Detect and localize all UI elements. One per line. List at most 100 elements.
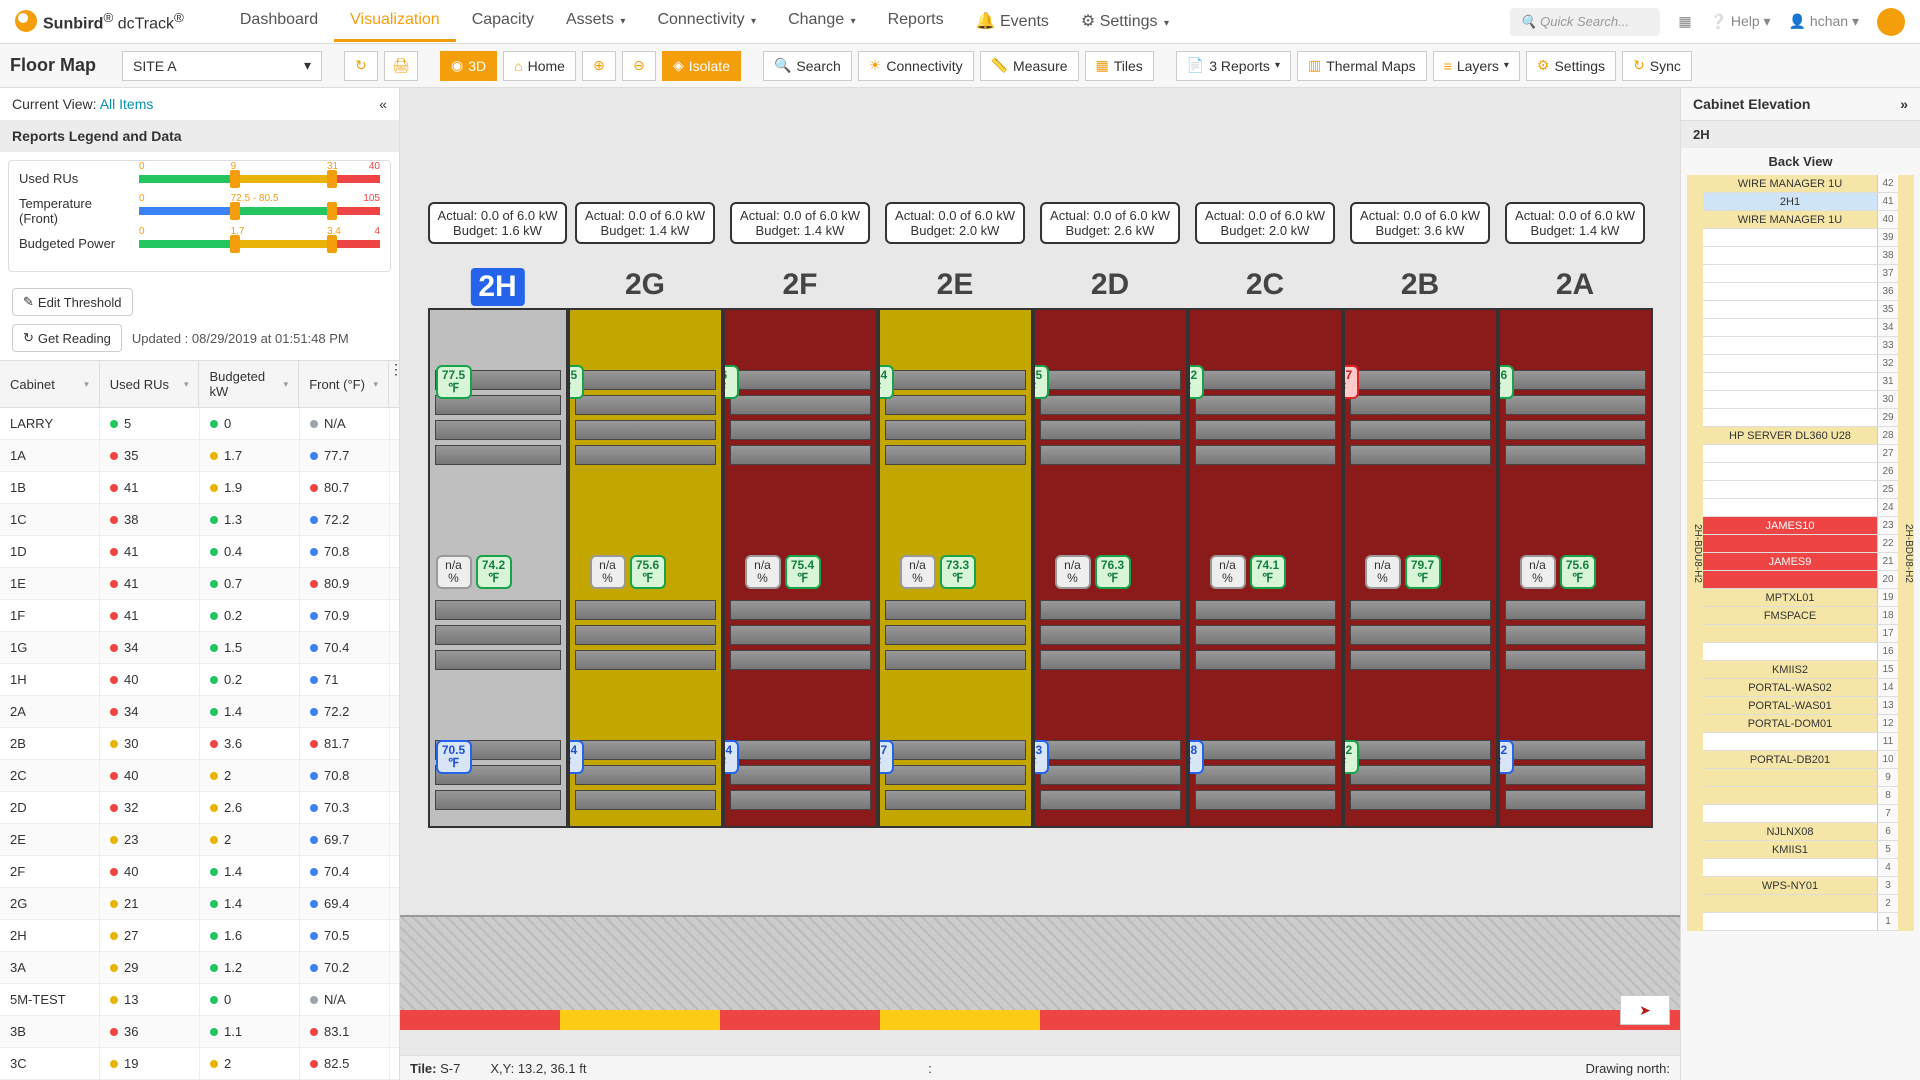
3d-view[interactable]: Actual: 0.0 of 6.0 kWBudget: 1.6 kW2H77.… — [400, 88, 1680, 1055]
nav-reports[interactable]: Reports — [872, 1, 960, 42]
elevation-slot[interactable]: 8 — [1703, 787, 1898, 805]
user-menu[interactable]: 👤 hchan ▾ — [1789, 13, 1859, 30]
table-row[interactable]: 1F410.270.9 — [0, 600, 399, 632]
table-row[interactable]: 1H400.271 — [0, 664, 399, 696]
elevation-slot[interactable]: KMIIS215 — [1703, 661, 1898, 679]
table-row[interactable]: 2E23269.7 — [0, 824, 399, 856]
column-options-icon[interactable]: ⋮ — [389, 361, 399, 407]
elevation-slot[interactable]: 4 — [1703, 859, 1898, 877]
avatar[interactable] — [1877, 8, 1905, 36]
toolbar-home[interactable]: ⌂Home — [503, 51, 576, 81]
toolbar-⊖[interactable]: ⊖ — [622, 51, 656, 81]
elevation-slot[interactable]: 35 — [1703, 301, 1898, 319]
elevation-slot[interactable]: PORTAL-DOM0112 — [1703, 715, 1898, 733]
nav-connectivity[interactable]: Connectivity ▾ — [641, 1, 772, 42]
elevation-slot[interactable]: JAMES1023 — [1703, 517, 1898, 535]
table-row[interactable]: 3C19282.5 — [0, 1048, 399, 1080]
nav-dashboard[interactable]: Dashboard — [224, 1, 334, 42]
slider-track[interactable]: 093140 — [139, 175, 380, 183]
collapse-left-icon[interactable]: « — [379, 96, 387, 112]
quick-search-input[interactable]: 🔍 Quick Search... — [1510, 8, 1660, 36]
table-row[interactable]: 1G341.570.4 — [0, 632, 399, 664]
toolbar-search[interactable]: 🔍Search — [763, 51, 852, 81]
toolbar-3-reports[interactable]: 📄3 Reports ▾ — [1176, 51, 1291, 81]
elevation-slot[interactable]: JAMES921 — [1703, 553, 1898, 571]
col-cabinet[interactable]: Cabinet▾ — [0, 361, 100, 407]
elevation-slot[interactable]: 16 — [1703, 643, 1898, 661]
elevation-slot[interactable]: WPS-NY013 — [1703, 877, 1898, 895]
elevation-slot[interactable]: 1 — [1703, 913, 1898, 931]
table-row[interactable]: 1A351.777.7 — [0, 440, 399, 472]
elevation-slot[interactable]: 29 — [1703, 409, 1898, 427]
elevation-slot[interactable]: 39 — [1703, 229, 1898, 247]
table-row[interactable]: 2C40270.8 — [0, 760, 399, 792]
elevation-slot[interactable]: MPTXL0119 — [1703, 589, 1898, 607]
rack-2D[interactable]: Actual: 0.0 of 6.0 kWBudget: 2.6 kW2D78.… — [1033, 308, 1188, 918]
table-row[interactable]: 1C381.372.2 — [0, 504, 399, 536]
elevation-slot[interactable]: 7 — [1703, 805, 1898, 823]
elevation-slot[interactable]: 27 — [1703, 445, 1898, 463]
nav-events[interactable]: 🔔 Events — [960, 1, 1065, 42]
elevation-slot[interactable]: 17 — [1703, 625, 1898, 643]
nav-capacity[interactable]: Capacity — [456, 1, 550, 42]
toolbar-⊕[interactable]: ⊕ — [582, 51, 616, 81]
table-row[interactable]: 3B361.183.1 — [0, 1016, 399, 1048]
elevation-slot[interactable]: NJLNX086 — [1703, 823, 1898, 841]
rack-2E[interactable]: Actual: 0.0 of 6.0 kWBudget: 2.0 kW2E75.… — [878, 308, 1033, 918]
toolbar-layers[interactable]: ≡Layers ▾ — [1433, 51, 1520, 81]
elevation-slot[interactable]: 33 — [1703, 337, 1898, 355]
elevation-slot[interactable]: PORTAL-WAS0214 — [1703, 679, 1898, 697]
edit-threshold-button[interactable]: ✎ Edit Threshold — [12, 288, 133, 316]
nav-settings[interactable]: ⚙ Settings ▾ — [1065, 1, 1185, 42]
slider-track[interactable]: 01.73.44 — [139, 240, 380, 248]
table-row[interactable]: 2H271.670.5 — [0, 920, 399, 952]
elevation-slot[interactable]: WIRE MANAGER 1U42 — [1703, 175, 1898, 193]
toolbar-3d[interactable]: ◉3D — [440, 51, 497, 81]
collapse-right-icon[interactable]: » — [1900, 96, 1908, 112]
elevation-slot[interactable]: 38 — [1703, 247, 1898, 265]
elevation-slot[interactable]: KMIIS15 — [1703, 841, 1898, 859]
table-row[interactable]: 3A291.270.2 — [0, 952, 399, 984]
get-reading-button[interactable]: ↻ Get Reading — [12, 324, 122, 352]
table-row[interactable]: 2D322.670.3 — [0, 792, 399, 824]
elevation-slot[interactable]: 31 — [1703, 373, 1898, 391]
help-menu[interactable]: ❔ Help ▾ — [1710, 13, 1771, 30]
rack-2A[interactable]: Actual: 0.0 of 6.0 kWBudget: 1.4 kW2A76.… — [1498, 308, 1653, 918]
site-select[interactable]: SITE A▾ — [122, 51, 322, 81]
elevation-slot[interactable]: 25 — [1703, 481, 1898, 499]
slider-track[interactable]: 072.5 - 80.5105 — [139, 207, 380, 215]
nav-change[interactable]: Change ▾ — [772, 1, 872, 42]
elevation-slot[interactable]: 37 — [1703, 265, 1898, 283]
rack-2G[interactable]: Actual: 0.0 of 6.0 kWBudget: 1.4 kW2G77.… — [568, 308, 723, 918]
elevation-slot[interactable]: PORTAL-DB20110 — [1703, 751, 1898, 769]
table-row[interactable]: 5M-TEST130N/A — [0, 984, 399, 1016]
elevation-slot[interactable]: 9 — [1703, 769, 1898, 787]
table-row[interactable]: 1D410.470.8 — [0, 536, 399, 568]
elevation-slot[interactable]: WIRE MANAGER 1U40 — [1703, 211, 1898, 229]
elevation-slot[interactable]: 34 — [1703, 319, 1898, 337]
toolbar-connectivity[interactable]: ☀Connectivity — [858, 51, 974, 81]
table-row[interactable]: 1B411.980.7 — [0, 472, 399, 504]
elevation-slot[interactable]: 32 — [1703, 355, 1898, 373]
elevation-slot[interactable]: 2 — [1703, 895, 1898, 913]
elevation-slot[interactable]: 36 — [1703, 283, 1898, 301]
toolbar-settings[interactable]: ⚙Settings — [1526, 51, 1616, 81]
col-budgeted-kw[interactable]: Budgeted kW▾ — [199, 361, 299, 407]
toolbar-measure[interactable]: 📏Measure — [980, 51, 1079, 81]
elevation-slot[interactable]: HP SERVER DL360 U2828 — [1703, 427, 1898, 445]
elevation-slot[interactable]: 20 — [1703, 571, 1898, 589]
current-view-link[interactable]: All Items — [100, 96, 154, 112]
toolbar-🖨[interactable]: 🖨 — [384, 51, 418, 81]
rack-2C[interactable]: Actual: 0.0 of 6.0 kWBudget: 2.0 kW2C76.… — [1188, 308, 1343, 918]
rack-2H[interactable]: Actual: 0.0 of 6.0 kWBudget: 1.6 kW2H77.… — [428, 308, 568, 918]
elevation-slot[interactable]: 11 — [1703, 733, 1898, 751]
rack-2B[interactable]: Actual: 0.0 of 6.0 kWBudget: 3.6 kW2B81.… — [1343, 308, 1498, 918]
rack-2F[interactable]: Actual: 0.0 of 6.0 kWBudget: 1.4 kW2F76℉… — [723, 308, 878, 918]
elevation-slot[interactable]: 2H141 — [1703, 193, 1898, 211]
elevation-slot[interactable]: 24 — [1703, 499, 1898, 517]
toolbar-sync[interactable]: ↻Sync — [1622, 51, 1692, 81]
nav-visualization[interactable]: Visualization — [334, 1, 456, 42]
col-front-f[interactable]: Front (°F)▾ — [299, 361, 389, 407]
calendar-icon[interactable]: ▦ — [1678, 13, 1691, 30]
elevation-slot[interactable]: PORTAL-WAS0113 — [1703, 697, 1898, 715]
